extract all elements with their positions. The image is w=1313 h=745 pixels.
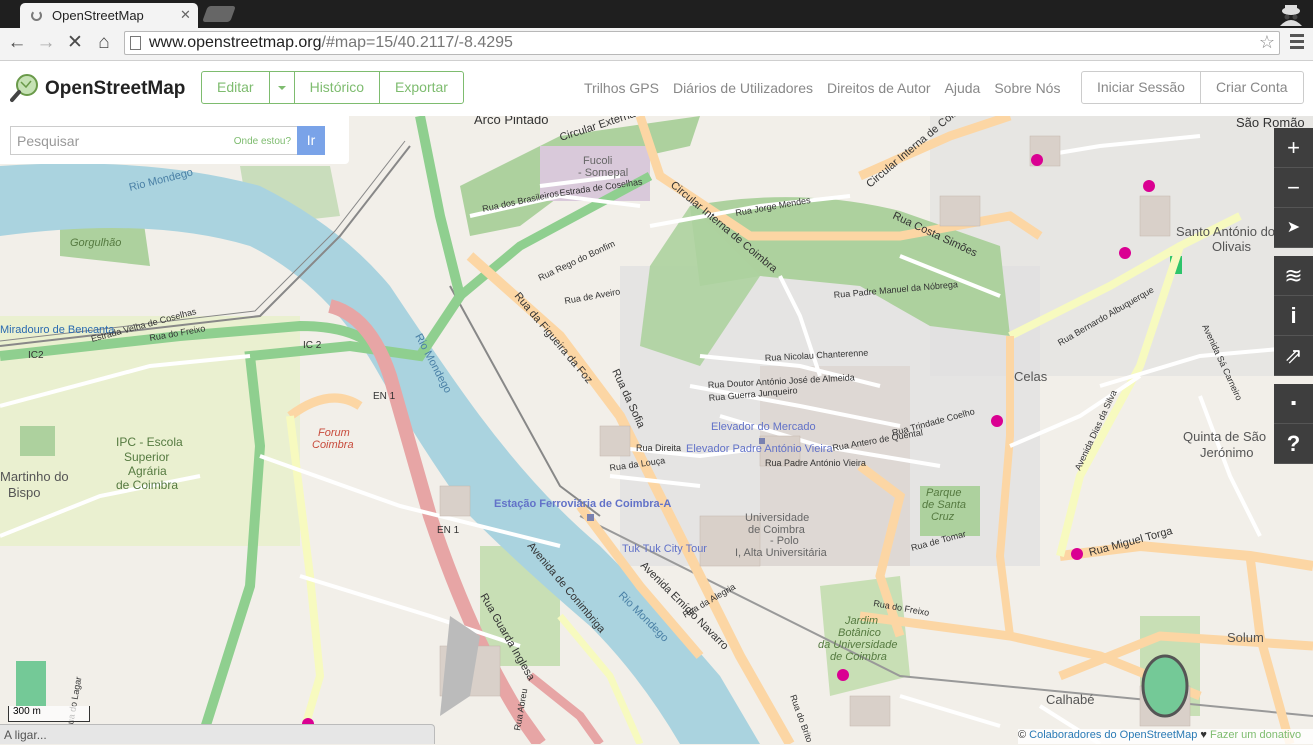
zoom-out-button[interactable]: − [1274, 168, 1313, 208]
where-am-i-link[interactable]: Onde estou? [234, 136, 291, 147]
url-text[interactable]: www.openstreetmap.org/#map=15/40.2117/-8… [149, 34, 513, 52]
map-label: Rua Padre António Vieira [765, 458, 866, 468]
address-bar[interactable]: www.openstreetmap.org/#map=15/40.2117/-8… [124, 31, 1280, 55]
layers-icon[interactable]: ≋ [1274, 256, 1313, 296]
donate-link[interactable]: Fazer um donativo [1210, 729, 1301, 741]
back-icon[interactable]: ← [5, 32, 29, 54]
search-panel: Pesquisar Onde estou? Ir [0, 116, 349, 164]
stop-icon[interactable]: ✕ [63, 32, 87, 54]
map-label: Superior [124, 450, 169, 464]
info-icon[interactable]: i [1274, 296, 1313, 336]
attribution-link[interactable]: Colaboradores do OpenStreetMap [1029, 729, 1197, 741]
browser-tabbar: OpenStreetMap ✕ [0, 0, 1313, 28]
incognito-icon [1280, 5, 1302, 26]
brand-name[interactable]: OpenStreetMap [45, 78, 185, 100]
map-label: Gorgulhão [70, 237, 121, 249]
browser-tab[interactable]: OpenStreetMap ✕ [20, 3, 198, 28]
chevron-down-icon [277, 86, 286, 91]
map-controls: + − ➤ ≋ i ⇗ ▪ ? [1274, 128, 1313, 464]
home-icon[interactable]: ⌂ [92, 32, 116, 54]
map-label: Calhabé [1046, 692, 1094, 707]
map-label: Santo António dos [1176, 224, 1282, 239]
map-label: Fucoli [583, 155, 612, 167]
map-label: Elevador Padre António Vieira [686, 443, 833, 455]
map-label: Celas [1014, 369, 1048, 384]
map-label: EN 1 [437, 525, 460, 536]
edit-button[interactable]: Editar [202, 72, 270, 103]
page-icon [130, 36, 141, 50]
search-go-button[interactable]: Ir [297, 126, 325, 155]
map-label: de Coimbra [830, 651, 887, 663]
map-label: Rua Direita [636, 443, 681, 453]
map-label: Coimbra [312, 439, 354, 451]
map-label: - Somepal [578, 167, 628, 179]
map-label: Tuk Tuk City Tour [622, 543, 707, 555]
map-label: Olivais [1212, 239, 1252, 254]
map-label: Universidade [745, 512, 809, 524]
edit-button-group: Editar Histórico Exportar [201, 71, 464, 104]
map-label: Quinta de São [1183, 429, 1266, 444]
share-icon[interactable]: ⇗ [1274, 336, 1313, 376]
nav-about[interactable]: Sobre Nós [994, 80, 1060, 96]
map-label: IC 2 [303, 340, 322, 351]
map-canvas[interactable]: Arco Pintado São Romão Circular Externa … [0, 116, 1313, 744]
map-label: Estação Ferroviária de Coimbra-A [494, 498, 671, 510]
map-label: IPC - Escola [116, 435, 183, 449]
osm-logo-icon[interactable] [10, 73, 40, 103]
map-label: Jerónimo [1200, 445, 1253, 460]
loading-spinner-icon [31, 10, 42, 21]
browser-menu-icon[interactable] [1290, 34, 1304, 52]
query-icon[interactable]: ? [1274, 424, 1313, 464]
tab-close-icon[interactable]: ✕ [180, 7, 191, 23]
nav-user-diaries[interactable]: Diários de Utilizadores [673, 80, 813, 96]
map-label: Parque [926, 487, 961, 499]
map-view[interactable]: Arco Pintado São Romão Circular Externa … [0, 116, 1313, 744]
map-label: Martinho do [0, 469, 69, 484]
scale-bar: 300 m [8, 706, 90, 722]
map-label: Jardim [844, 615, 878, 627]
search-input[interactable]: Pesquisar Onde estou? [10, 126, 298, 155]
header-nav: Trilhos GPS Diários de Utilizadores Direit… [584, 80, 1074, 96]
signup-button[interactable]: Criar Conta [1201, 72, 1303, 103]
map-label: Bispo [8, 485, 41, 500]
map-label: Cruz [931, 511, 955, 523]
map-label: Arco Pintado [474, 116, 548, 127]
heart-icon: ♥ [1200, 729, 1207, 741]
map-label: da Universidade [818, 639, 898, 651]
tab-title: OpenStreetMap [52, 8, 144, 23]
attribution: © Colaboradores do OpenStreetMap ♥ Fazer… [1018, 729, 1313, 744]
note-icon[interactable]: ▪ [1274, 384, 1313, 424]
nav-gps-traces[interactable]: Trilhos GPS [584, 80, 659, 96]
status-bar: A ligar... [0, 724, 435, 744]
login-button[interactable]: Iniciar Sessão [1082, 72, 1201, 103]
map-label: de Coimbra [116, 478, 178, 492]
map-label: - Polo [770, 535, 799, 547]
map-label: de Santa [922, 499, 966, 511]
edit-dropdown-button[interactable] [270, 72, 295, 103]
map-label: IC2 [28, 350, 44, 361]
map-label: EN 1 [373, 391, 396, 402]
osm-header: OpenStreetMap Editar Histórico Exportar … [0, 61, 1313, 117]
export-button[interactable]: Exportar [380, 72, 463, 103]
account-button-group: Iniciar Sessão Criar Conta [1081, 71, 1304, 104]
map-label: Agrária [128, 464, 167, 478]
browser-toolbar: ← → ✕ ⌂ www.openstreetmap.org/#map=15/40… [0, 28, 1313, 61]
map-label: Elevador do Mercado [711, 421, 816, 433]
map-label: Forum [318, 427, 350, 439]
search-placeholder: Pesquisar [17, 133, 80, 149]
map-label: Solum [1227, 630, 1264, 645]
map-label: Botânico [838, 627, 881, 639]
history-button[interactable]: Histórico [295, 72, 381, 103]
forward-icon[interactable]: → [34, 32, 58, 54]
nav-copyright[interactable]: Direitos de Autor [827, 80, 931, 96]
bookmark-star-icon[interactable]: ☆ [1259, 32, 1275, 53]
map-label: I, Alta Universitária [735, 547, 828, 559]
locate-icon[interactable]: ➤ [1274, 208, 1313, 248]
nav-help[interactable]: Ajuda [945, 80, 981, 96]
zoom-in-button[interactable]: + [1274, 128, 1313, 168]
new-tab-button[interactable] [202, 6, 236, 22]
